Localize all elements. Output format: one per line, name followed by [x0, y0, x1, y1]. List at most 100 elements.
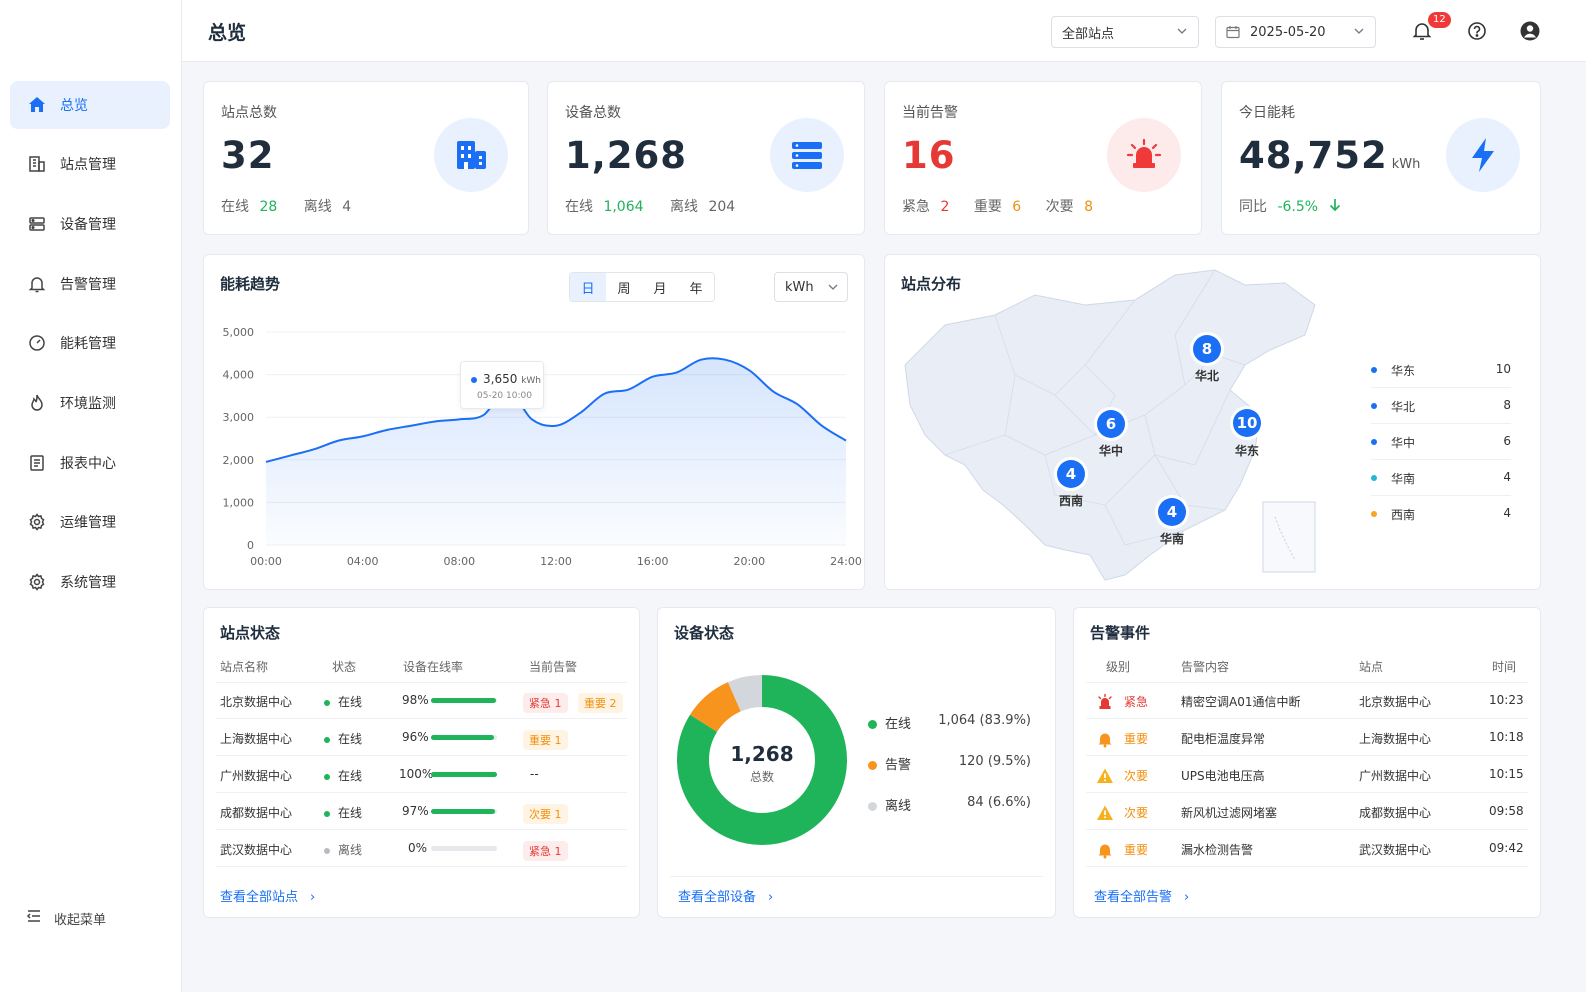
yoy-value: -6.5%	[1277, 199, 1319, 215]
report-icon	[26, 452, 48, 474]
map-pin[interactable]: 10	[1233, 409, 1261, 437]
stat-card-energy[interactable]: 今日能耗 48,752 kWh 同比 -6.5%	[1221, 81, 1541, 235]
y-tick-label: 4,000	[223, 369, 255, 382]
stat-card-sites[interactable]: 站点总数 32 在线 28 离线 4	[203, 81, 529, 235]
table-row[interactable]: 北京数据中心 在线 98% 紧急 1 重要 2	[216, 682, 627, 719]
map-pin[interactable]: 4	[1057, 460, 1085, 488]
alarm-time: 10:15	[1489, 767, 1524, 781]
site-select[interactable]: 全部站点	[1051, 16, 1199, 48]
major-count: 6	[1012, 199, 1022, 215]
device-status-card: 设备状态 1,268 总数 在线 1,064 (83.9%) 告警 120 (9…	[657, 607, 1056, 918]
nav-item-operations[interactable]: 运维管理	[10, 498, 170, 546]
legend-item: 在线	[868, 713, 911, 732]
y-tick-label: 1,000	[223, 496, 255, 509]
nav-label: 报表中心	[60, 456, 116, 472]
chevron-down-icon	[1353, 25, 1365, 41]
status-dot	[324, 810, 330, 817]
legend-label: 华中	[1391, 436, 1416, 450]
online-rate: 97%	[402, 804, 429, 818]
energy-area	[266, 358, 846, 545]
rate-bar	[431, 772, 497, 777]
site-status-card: 站点状态 站点名称 状态 设备在线率 当前告警 北京数据中心 在线 98% 紧急…	[203, 607, 640, 918]
status-text: 在线	[338, 732, 363, 746]
lightning-icon	[1446, 118, 1520, 192]
legend-label: 华北	[1391, 400, 1416, 414]
table-row[interactable]: 次要 新风机过滤网堵塞 成都数据中心 09:58	[1086, 793, 1528, 830]
table-row[interactable]: 次要 UPS电池电压高 广州数据中心 10:15	[1086, 756, 1528, 793]
map-pin[interactable]: 8	[1193, 335, 1221, 363]
nav-item-system[interactable]: 系统管理	[10, 558, 170, 606]
help-icon[interactable]	[1466, 20, 1488, 42]
nav-item-energy[interactable]: 能耗管理	[10, 319, 170, 367]
legend-label: 告警	[885, 758, 912, 773]
alarm-time: 10:23	[1489, 693, 1524, 707]
legend-item: 告警	[868, 754, 911, 773]
legend-dot	[868, 802, 877, 811]
x-tick-label: 24:00	[830, 555, 862, 568]
collapse-icon	[26, 908, 42, 928]
nav-item-environment[interactable]: 环境监测	[10, 379, 170, 427]
rate-bar	[431, 735, 497, 740]
stat-card-alarms[interactable]: 当前告警 16 紧急 2 重要 6 次要 8	[884, 81, 1202, 235]
nav-item-overview[interactable]: 总览	[10, 81, 170, 129]
energy-unit: kWh	[1391, 157, 1421, 172]
donut-total: 1,268	[730, 742, 794, 766]
rate-bar	[431, 809, 497, 814]
urgent-label: 紧急	[902, 199, 930, 215]
table-row[interactable]: 成都数据中心 在线 97% 次要 1	[216, 793, 627, 830]
map-pin-label: 华中	[1099, 444, 1124, 458]
view-all-devices-link[interactable]: 查看全部设备 ›	[678, 886, 773, 905]
stat-label: 站点总数	[221, 105, 277, 121]
alarm-site: 上海数据中心	[1359, 732, 1432, 746]
alarm-site: 成都数据中心	[1359, 806, 1432, 820]
energy-trend-card: 能耗趋势 日 周 月 年 kWh 5,000 4,000 3,000 2,000 1,0…	[203, 254, 865, 590]
offline-label: 离线	[303, 199, 332, 215]
rate-fill	[431, 735, 495, 740]
map-pin-label: 华南	[1160, 532, 1185, 546]
legend-item: 离线	[868, 795, 911, 814]
stat-label: 设备总数	[565, 105, 621, 121]
view-all-alarms-link[interactable]: 查看全部告警 ›	[1094, 886, 1189, 905]
date-value: 2025-05-20	[1250, 24, 1326, 40]
stat-value: 48,752 kWh	[1239, 134, 1420, 177]
collapse-menu-button[interactable]: 收起菜单	[26, 908, 106, 928]
energy-trend-chart: 5,000 4,000 3,000 2,000 1,000 0 00:00 04:00 08:0…	[223, 326, 862, 568]
stat-card-devices[interactable]: 设备总数 1,268 在线 1,064 离线 204	[547, 81, 865, 235]
bell-icon	[26, 273, 48, 295]
nav-item-sites[interactable]: 站点管理	[10, 140, 170, 188]
table-row[interactable]: 广州数据中心 在线 100% --	[216, 756, 627, 793]
online-count: 1,064	[603, 199, 644, 215]
table-row[interactable]: 紧急 精密空调A01通信中断 北京数据中心 10:23	[1086, 682, 1528, 719]
online-label: 在线	[565, 199, 593, 215]
y-tick-label: 2,000	[223, 454, 255, 467]
gauge-icon	[26, 332, 48, 354]
map-pin[interactable]: 6	[1097, 410, 1125, 438]
x-tick-label: 08:00	[443, 555, 475, 568]
legend-dot	[1371, 439, 1377, 445]
nav-item-alarms[interactable]: 告警管理	[10, 260, 170, 308]
donut-label: 总数	[749, 770, 774, 784]
alarm-level: 次要	[1124, 769, 1149, 783]
date-picker[interactable]: 2025-05-20	[1215, 16, 1376, 48]
table-row[interactable]: 重要 配电柜温度异常 上海数据中心 10:18	[1086, 719, 1528, 756]
alarm-level: 紧急	[1124, 695, 1149, 709]
nav-item-reports[interactable]: 报表中心	[10, 439, 170, 487]
nav-label: 告警管理	[60, 277, 116, 293]
nav-item-devices[interactable]: 设备管理	[10, 200, 170, 248]
map-pin[interactable]: 4	[1158, 498, 1186, 526]
link-text: 查看全部设备	[678, 890, 757, 905]
alarm-content: 漏水检测告警	[1181, 843, 1254, 857]
legend-label: 在线	[885, 717, 912, 732]
donut-center: 1,268 总数	[722, 742, 802, 785]
x-tick-label: 20:00	[733, 555, 765, 568]
south-sea-inset	[1262, 501, 1316, 573]
table-row[interactable]: 武汉数据中心 离线 0% 紧急 1	[216, 830, 627, 867]
legend-dot	[1371, 475, 1377, 481]
alarm-level: 次要	[1124, 806, 1149, 820]
view-all-sites-link[interactable]: 查看全部站点 ›	[220, 886, 315, 905]
user-avatar-icon[interactable]	[1519, 20, 1541, 42]
online-rate: 98%	[402, 693, 429, 707]
table-row[interactable]: 上海数据中心 在线 96% 重要 1	[216, 719, 627, 756]
status-dot	[324, 847, 330, 854]
table-row[interactable]: 重要 漏水检测告警 武汉数据中心 09:42	[1086, 830, 1528, 867]
